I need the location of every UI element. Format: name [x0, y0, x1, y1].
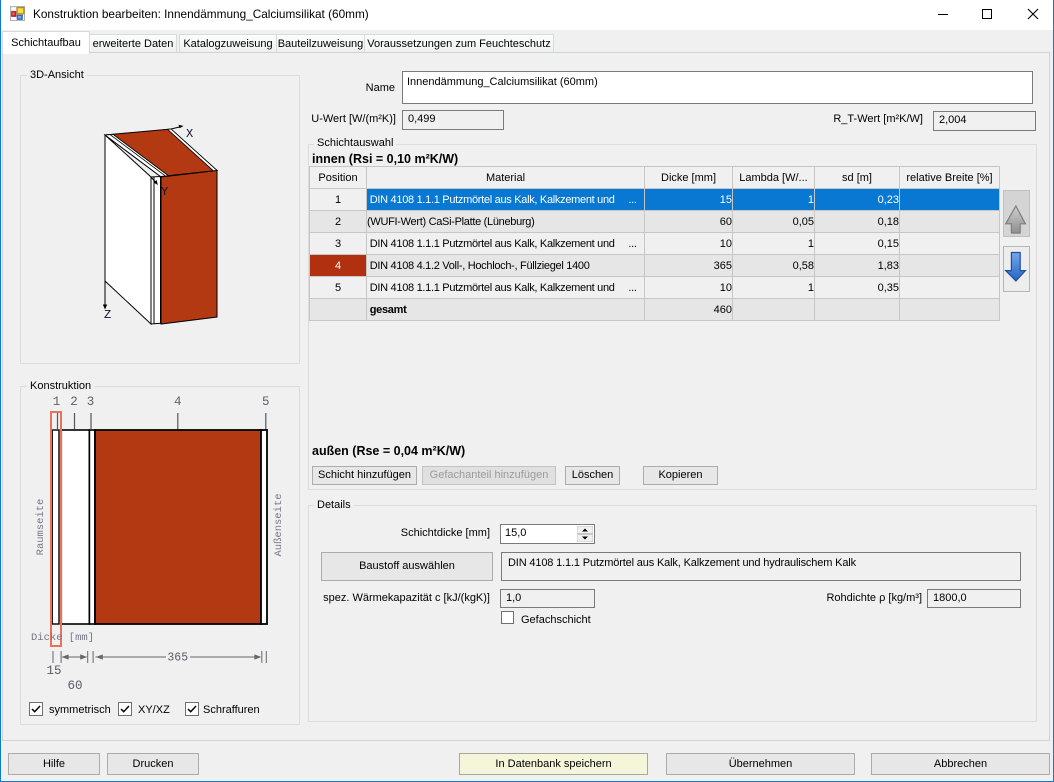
svg-text:5: 5: [262, 395, 270, 409]
svg-text:X: X: [186, 127, 193, 141]
svg-text:1: 1: [53, 395, 61, 409]
svg-text:4: 4: [174, 395, 182, 409]
svg-text:Außenseite: Außenseite: [273, 493, 285, 556]
svg-text:Raumseite: Raumseite: [35, 499, 47, 556]
svg-text:3: 3: [87, 395, 95, 409]
svg-text:Z: Z: [104, 308, 111, 322]
svg-text:Y: Y: [161, 185, 168, 199]
svg-text:365: 365: [167, 652, 188, 665]
svg-text:2: 2: [70, 395, 78, 409]
svg-text:Dicke [mm]: Dicke [mm]: [31, 632, 94, 644]
svg-text:60: 60: [68, 679, 83, 693]
svg-text:15: 15: [47, 664, 62, 678]
